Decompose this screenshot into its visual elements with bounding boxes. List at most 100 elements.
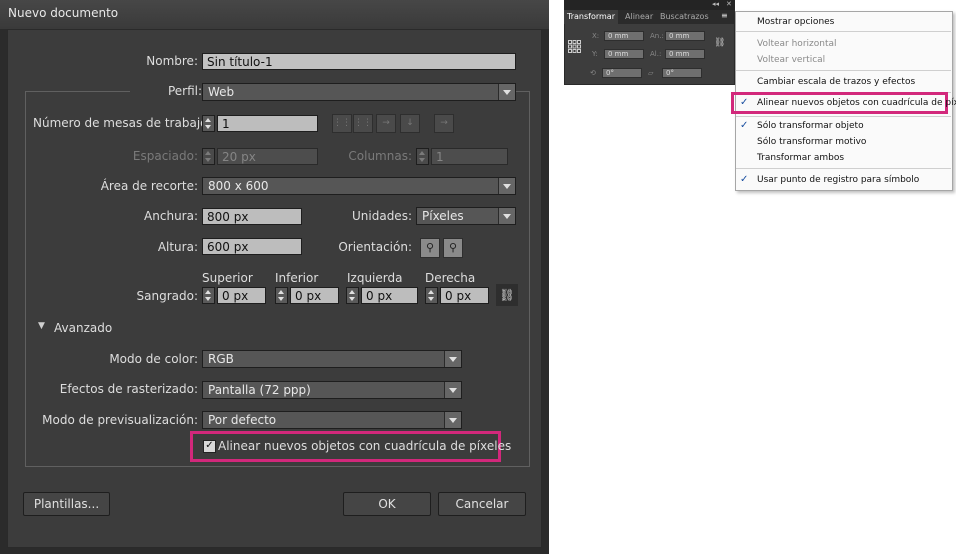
raster-effects-value: Pantalla (72 ppp)	[208, 383, 311, 397]
bleed-bottom-stepper[interactable]	[275, 287, 288, 304]
constrain-link-icon[interactable]: ⛓	[714, 38, 725, 48]
menu-item-scale-strokes[interactable]: Cambiar escala de trazos y efectos	[757, 77, 915, 87]
raster-effects-select[interactable]: Pantalla (72 ppp)	[202, 381, 462, 399]
name-input[interactable]: Sin título-1	[202, 53, 516, 70]
panel-menu-icon[interactable]: ≡	[721, 11, 728, 20]
collapse-triangle-icon[interactable]: ▼	[38, 321, 45, 331]
arrange-row-icon[interactable]: →	[376, 114, 396, 133]
profile-select[interactable]: Web	[202, 83, 516, 101]
shear-icon: ▱	[648, 69, 654, 77]
tab-align[interactable]: Alinear	[622, 10, 656, 24]
artboards-label: Número de mesas de trabajo:	[33, 116, 212, 130]
artboards-stepper[interactable]	[202, 115, 215, 132]
menu-item-transform-both[interactable]: Transformar ambos	[757, 153, 844, 163]
tab-transform[interactable]: Transformar	[564, 10, 618, 24]
new-document-dialog: Nuevo documento Nombre: Sin título-1 Per…	[0, 0, 549, 554]
bleed-bottom-input[interactable]: 0 px	[290, 287, 339, 304]
columns-stepper[interactable]	[416, 148, 429, 165]
menu-item-symbol-registration[interactable]: Usar punto de registro para símbolo	[757, 175, 919, 185]
units-select[interactable]: Píxeles	[416, 207, 516, 225]
rotate-input[interactable]: 0°	[602, 68, 642, 78]
crop-area-value: 800 x 600	[208, 179, 269, 193]
bleed-right-input[interactable]: 0 px	[440, 287, 489, 304]
bleed-right-stepper[interactable]	[425, 287, 438, 304]
preview-mode-label: Modo de previsualización:	[42, 413, 198, 427]
color-mode-label: Modo de color:	[109, 352, 198, 366]
height-input[interactable]: 600 px	[202, 238, 302, 255]
bleed-left-stepper[interactable]	[346, 287, 359, 304]
dialog-titlebar[interactable]: Nuevo documento	[0, 0, 549, 29]
chevron-down-icon	[498, 84, 515, 100]
collapse-icon[interactable]: ◂◂	[712, 0, 719, 8]
preview-mode-select[interactable]: Por defecto	[202, 411, 462, 429]
width-field-label: An.:	[650, 32, 664, 40]
name-label: Nombre:	[146, 54, 198, 68]
ok-button[interactable]: OK	[343, 492, 431, 516]
menu-item-show-options[interactable]: Mostrar opciones	[757, 17, 834, 27]
rotate-icon: ⟲	[590, 69, 596, 77]
height-label: Altura:	[157, 240, 198, 254]
tab-pathfinder[interactable]: Buscatrazos	[657, 10, 712, 24]
portrait-orientation-icon[interactable]: ⚲	[420, 238, 440, 258]
color-mode-select[interactable]: RGB	[202, 350, 462, 368]
align-pixel-grid-checkbox[interactable]: ✓	[203, 440, 216, 453]
columns-input[interactable]: 1	[431, 148, 508, 165]
grid-by-row-icon[interactable]: ⋮⋮	[332, 114, 352, 133]
menu-item-flip-vertical[interactable]: Voltear vertical	[757, 55, 825, 65]
shear-input[interactable]: 0°	[662, 68, 702, 78]
width-input[interactable]: 800 px	[202, 208, 302, 225]
align-pixel-grid-label[interactable]: Alinear nuevos objetos con cuadrícula de…	[218, 439, 511, 453]
y-input[interactable]: 0 mm	[604, 49, 644, 59]
raster-effects-label: Efectos de rasterizado:	[59, 382, 198, 396]
bleed-bottom-label: Inferior	[275, 271, 319, 285]
check-icon: ✓	[740, 97, 749, 108]
reference-point-icon[interactable]	[568, 38, 581, 53]
h-input[interactable]: 0 mm	[665, 49, 705, 59]
chevron-down-icon	[444, 351, 461, 367]
orientation-label: Orientación:	[338, 240, 412, 254]
crop-area-select[interactable]: 800 x 600	[202, 177, 516, 195]
bleed-top-stepper[interactable]	[202, 287, 215, 304]
arrange-column-icon[interactable]: ↓	[400, 114, 420, 133]
bleed-label: Sangrado:	[136, 289, 198, 303]
menu-separator	[736, 168, 951, 169]
bleed-top-label: Superior	[202, 271, 253, 285]
check-icon: ✓	[740, 120, 749, 131]
bleed-left-input[interactable]: 0 px	[361, 287, 418, 304]
menu-item-flip-horizontal[interactable]: Voltear horizontal	[757, 39, 837, 49]
color-mode-value: RGB	[208, 352, 234, 366]
tab-align-label: Alinear	[625, 12, 654, 21]
chevron-down-icon	[498, 208, 515, 224]
spacing-stepper[interactable]	[202, 148, 215, 165]
landscape-orientation-icon[interactable]: ⚲	[443, 238, 463, 258]
preview-mode-value: Por defecto	[208, 413, 277, 427]
x-input[interactable]: 0 mm	[604, 31, 644, 41]
menu-item-transform-object[interactable]: Sólo transformar objeto	[757, 121, 864, 131]
columns-label: Columnas:	[348, 149, 412, 163]
menu-item-align-pixel-grid[interactable]: Alinear nuevos objetos con cuadrícula de…	[757, 98, 956, 108]
menu-separator	[736, 31, 951, 32]
link-icon[interactable]: ⛓	[496, 284, 518, 306]
menu-item-transform-pattern[interactable]: Sólo transformar motivo	[757, 137, 866, 147]
chevron-down-icon	[444, 412, 461, 428]
spacing-input[interactable]: 20 px	[217, 148, 318, 165]
artboards-input[interactable]: 1	[217, 115, 318, 132]
chevron-down-icon	[498, 178, 515, 194]
bleed-top-input[interactable]: 0 px	[217, 287, 266, 304]
check-icon: ✓	[740, 174, 749, 185]
dialog-title: Nuevo documento	[8, 6, 119, 20]
templates-button[interactable]: Plantillas...	[23, 492, 110, 516]
units-value: Píxeles	[422, 209, 464, 223]
bleed-left-label: Izquierda	[347, 271, 403, 285]
height-field-label: Al.:	[650, 50, 662, 58]
units-label: Unidades:	[352, 209, 412, 223]
w-input[interactable]: 0 mm	[665, 31, 705, 41]
cancel-button[interactable]: Cancelar	[438, 492, 526, 516]
grid-by-column-icon[interactable]: ⋮⋮	[353, 114, 373, 133]
panel-header-bar[interactable]: ◂◂ ✕	[564, 0, 735, 10]
close-icon[interactable]: ✕	[726, 0, 732, 8]
menu-separator	[736, 70, 951, 71]
y-label: Y:	[592, 50, 598, 58]
advanced-label[interactable]: Avanzado	[54, 321, 112, 335]
right-to-left-icon[interactable]: →	[434, 114, 454, 133]
